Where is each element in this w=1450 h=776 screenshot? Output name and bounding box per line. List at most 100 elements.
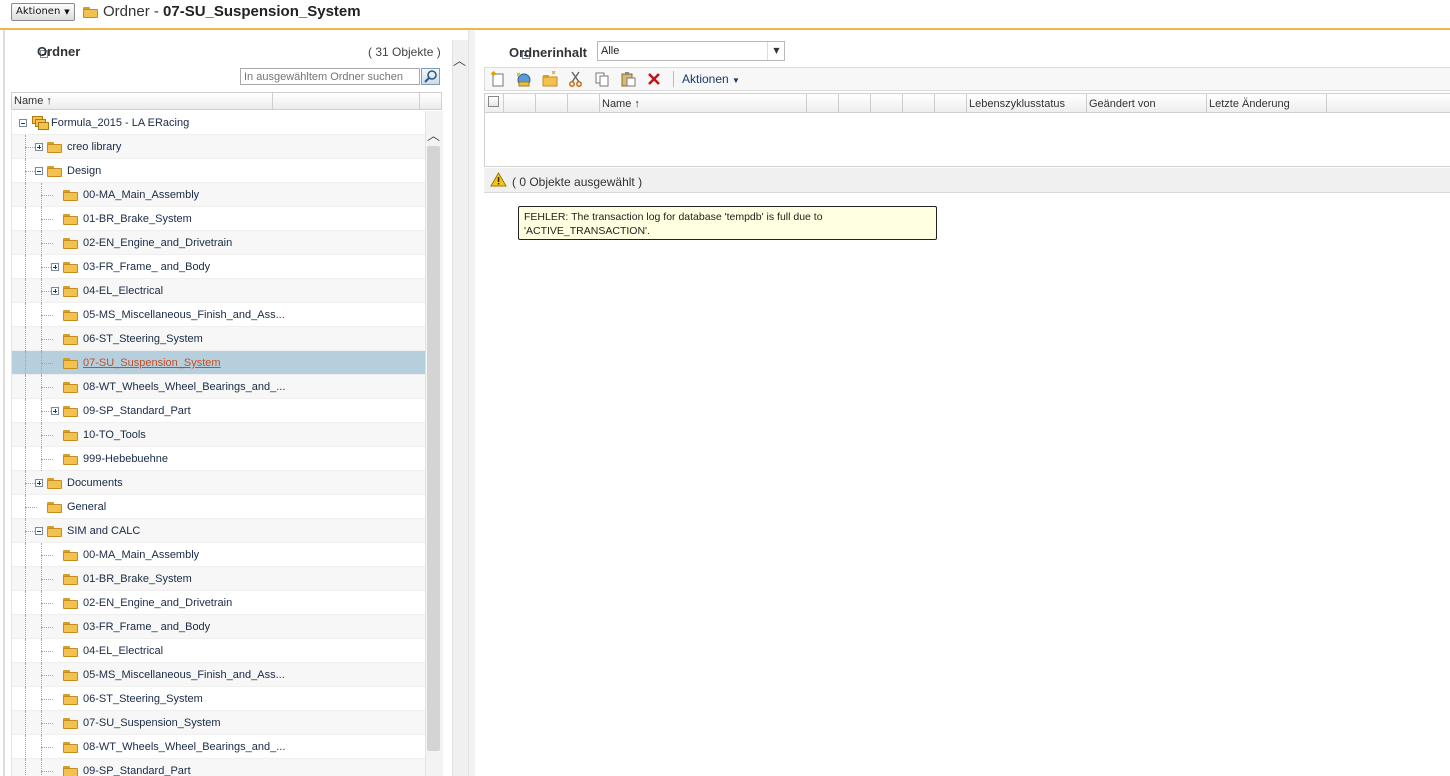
tree-connector — [25, 759, 27, 776]
column-header-name[interactable]: Name ↑ — [602, 98, 640, 110]
tree-item[interactable]: 00-MA_Main_Assembly — [12, 183, 425, 207]
folder-panel-title: Ordner — [37, 44, 81, 59]
tree-connector — [25, 279, 27, 303]
tree-connector — [25, 231, 27, 255]
tree-item[interactable]: 09-SP_Standard_Part — [12, 399, 425, 423]
column-divider[interactable] — [902, 94, 903, 112]
new-folder-icon[interactable] — [542, 70, 558, 87]
collapse-icon[interactable] — [35, 527, 43, 535]
chevron-down-icon: ▼ — [64, 8, 70, 16]
tree-item-label: 06-ST_Steering_System — [83, 693, 203, 705]
folder-tree: Formula_2015 - LA ERacing creo library Des… — [11, 111, 425, 776]
expand-icon[interactable] — [51, 407, 59, 415]
content-panel-title: Ordnerinhalt — [509, 45, 588, 60]
folder-icon — [47, 142, 62, 153]
folder-icon — [63, 766, 78, 776]
tree-item[interactable]: 06-ST_Steering_System — [12, 687, 425, 711]
tree-item[interactable]: 10-TO_Tools — [12, 423, 425, 447]
folder-icon — [63, 286, 78, 297]
column-divider[interactable] — [838, 94, 839, 112]
scroll-up-icon[interactable]: ︿ — [452, 50, 467, 69]
tree-item[interactable]: SIM and CALC — [12, 519, 425, 543]
tree-item[interactable]: creo library — [12, 135, 425, 159]
tree-item[interactable]: 09-SP_Standard_Part — [12, 759, 425, 776]
column-divider[interactable] — [272, 92, 273, 110]
column-divider[interactable] — [870, 94, 871, 112]
scroll-up-icon[interactable]: ︿ — [425, 125, 442, 144]
tree-item[interactable]: 01-BR_Brake_System — [12, 567, 425, 591]
folder-icon — [63, 718, 78, 729]
actions-menu-button[interactable]: Aktionen ▼ — [11, 3, 75, 21]
tree-item[interactable]: 04-EL_Electrical — [12, 639, 425, 663]
folder-icon — [63, 262, 78, 273]
expand-icon[interactable] — [51, 263, 59, 271]
outer-scrollbar[interactable] — [452, 40, 468, 776]
tree-item[interactable]: 07-SU_Suspension_System — [12, 351, 425, 375]
folder-icon — [63, 190, 78, 201]
collapse-icon[interactable] — [19, 119, 27, 127]
tree-item[interactable]: 04-EL_Electrical — [12, 279, 425, 303]
tree-item[interactable]: 07-SU_Suspension_System — [12, 711, 425, 735]
tree-item-label: 00-MA_Main_Assembly — [83, 189, 200, 201]
tree-item[interactable]: 05-MS_Miscellaneous_Finish_and_Ass... — [12, 303, 425, 327]
tree-item[interactable]: Formula_2015 - LA ERacing — [12, 111, 425, 135]
paste-icon[interactable] — [620, 71, 636, 87]
tree-item[interactable]: 02-EN_Engine_and_Drivetrain — [12, 591, 425, 615]
column-divider[interactable] — [503, 94, 504, 112]
toolbar-actions-menu[interactable]: Aktionen ▼ — [682, 72, 740, 86]
tree-column-name[interactable]: Name ↑ — [14, 95, 52, 107]
warning-icon — [490, 171, 507, 187]
folder-icon — [63, 670, 78, 681]
chevron-down-icon[interactable]: ▼ — [767, 42, 785, 60]
tree-item[interactable]: 08-WT_Wheels_Wheel_Bearings_and_... — [12, 375, 425, 399]
column-divider[interactable] — [1326, 94, 1327, 112]
tree-connector — [25, 735, 27, 759]
tree-item[interactable]: 06-ST_Steering_System — [12, 327, 425, 351]
copy-icon[interactable] — [594, 71, 610, 87]
column-divider[interactable] — [567, 94, 568, 112]
tree-item[interactable]: Documents — [12, 471, 425, 495]
search-button[interactable] — [421, 68, 440, 85]
folder-icon — [47, 502, 62, 513]
folder-search-input[interactable] — [240, 68, 420, 85]
column-divider[interactable] — [599, 94, 600, 112]
view-filter-select[interactable] — [597, 41, 785, 61]
tree-item[interactable]: 03-FR_Frame_ and_Body — [12, 255, 425, 279]
column-divider[interactable] — [1086, 94, 1087, 112]
tree-item[interactable]: Design — [12, 159, 425, 183]
new-link-icon[interactable] — [516, 71, 532, 87]
column-divider[interactable] — [419, 92, 420, 110]
tree-connector — [41, 555, 53, 557]
tree-item[interactable]: General — [12, 495, 425, 519]
select-all-checkbox[interactable] — [488, 96, 499, 107]
tree-item[interactable]: 05-MS_Miscellaneous_Finish_and_Ass... — [12, 663, 425, 687]
tree-item[interactable]: 02-EN_Engine_and_Drivetrain — [12, 231, 425, 255]
expand-icon[interactable] — [35, 479, 43, 487]
tree-item[interactable]: 00-MA_Main_Assembly — [12, 543, 425, 567]
expand-icon[interactable] — [35, 143, 43, 151]
delete-icon[interactable] — [646, 71, 662, 87]
column-header-modified-by[interactable]: Geändert von — [1089, 98, 1156, 110]
tree-connector — [25, 207, 27, 231]
expand-icon[interactable] — [51, 287, 59, 295]
collapse-icon[interactable] — [35, 167, 43, 175]
tree-item[interactable]: 999-Hebebuehne — [12, 447, 425, 471]
column-header-last-modified[interactable]: Letzte Änderung — [1209, 98, 1290, 110]
column-header-lifecycle[interactable]: Lebenszyklusstatus — [969, 98, 1065, 110]
new-document-icon[interactable] — [490, 71, 506, 87]
tree-item[interactable]: 08-WT_Wheels_Wheel_Bearings_and_... — [12, 735, 425, 759]
column-divider[interactable] — [1206, 94, 1207, 112]
folder-icon — [63, 622, 78, 633]
column-divider[interactable] — [535, 94, 536, 112]
tree-connector — [41, 363, 53, 365]
column-divider[interactable] — [806, 94, 807, 112]
tree-connector — [41, 435, 53, 437]
column-divider[interactable] — [966, 94, 967, 112]
tree-item[interactable]: 03-FR_Frame_ and_Body — [12, 615, 425, 639]
tree-item[interactable]: 01-BR_Brake_System — [12, 207, 425, 231]
tree-connector — [25, 351, 27, 375]
tree-item-label: 04-EL_Electrical — [83, 645, 164, 657]
column-divider[interactable] — [934, 94, 935, 112]
cut-icon[interactable] — [568, 71, 584, 87]
tree-scrollbar-thumb[interactable] — [427, 146, 440, 751]
